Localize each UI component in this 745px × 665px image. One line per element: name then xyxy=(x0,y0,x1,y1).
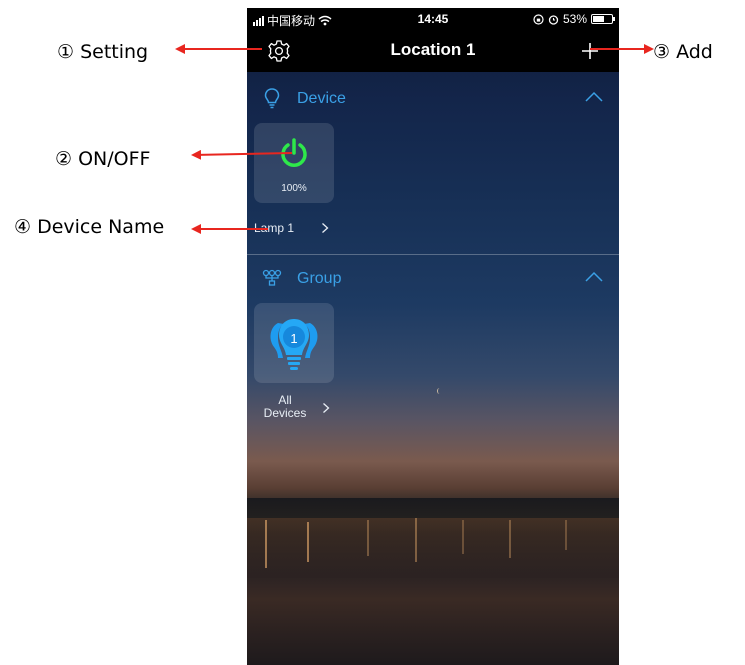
arrow-on-off xyxy=(191,149,293,160)
annotation-arrows xyxy=(175,44,654,234)
